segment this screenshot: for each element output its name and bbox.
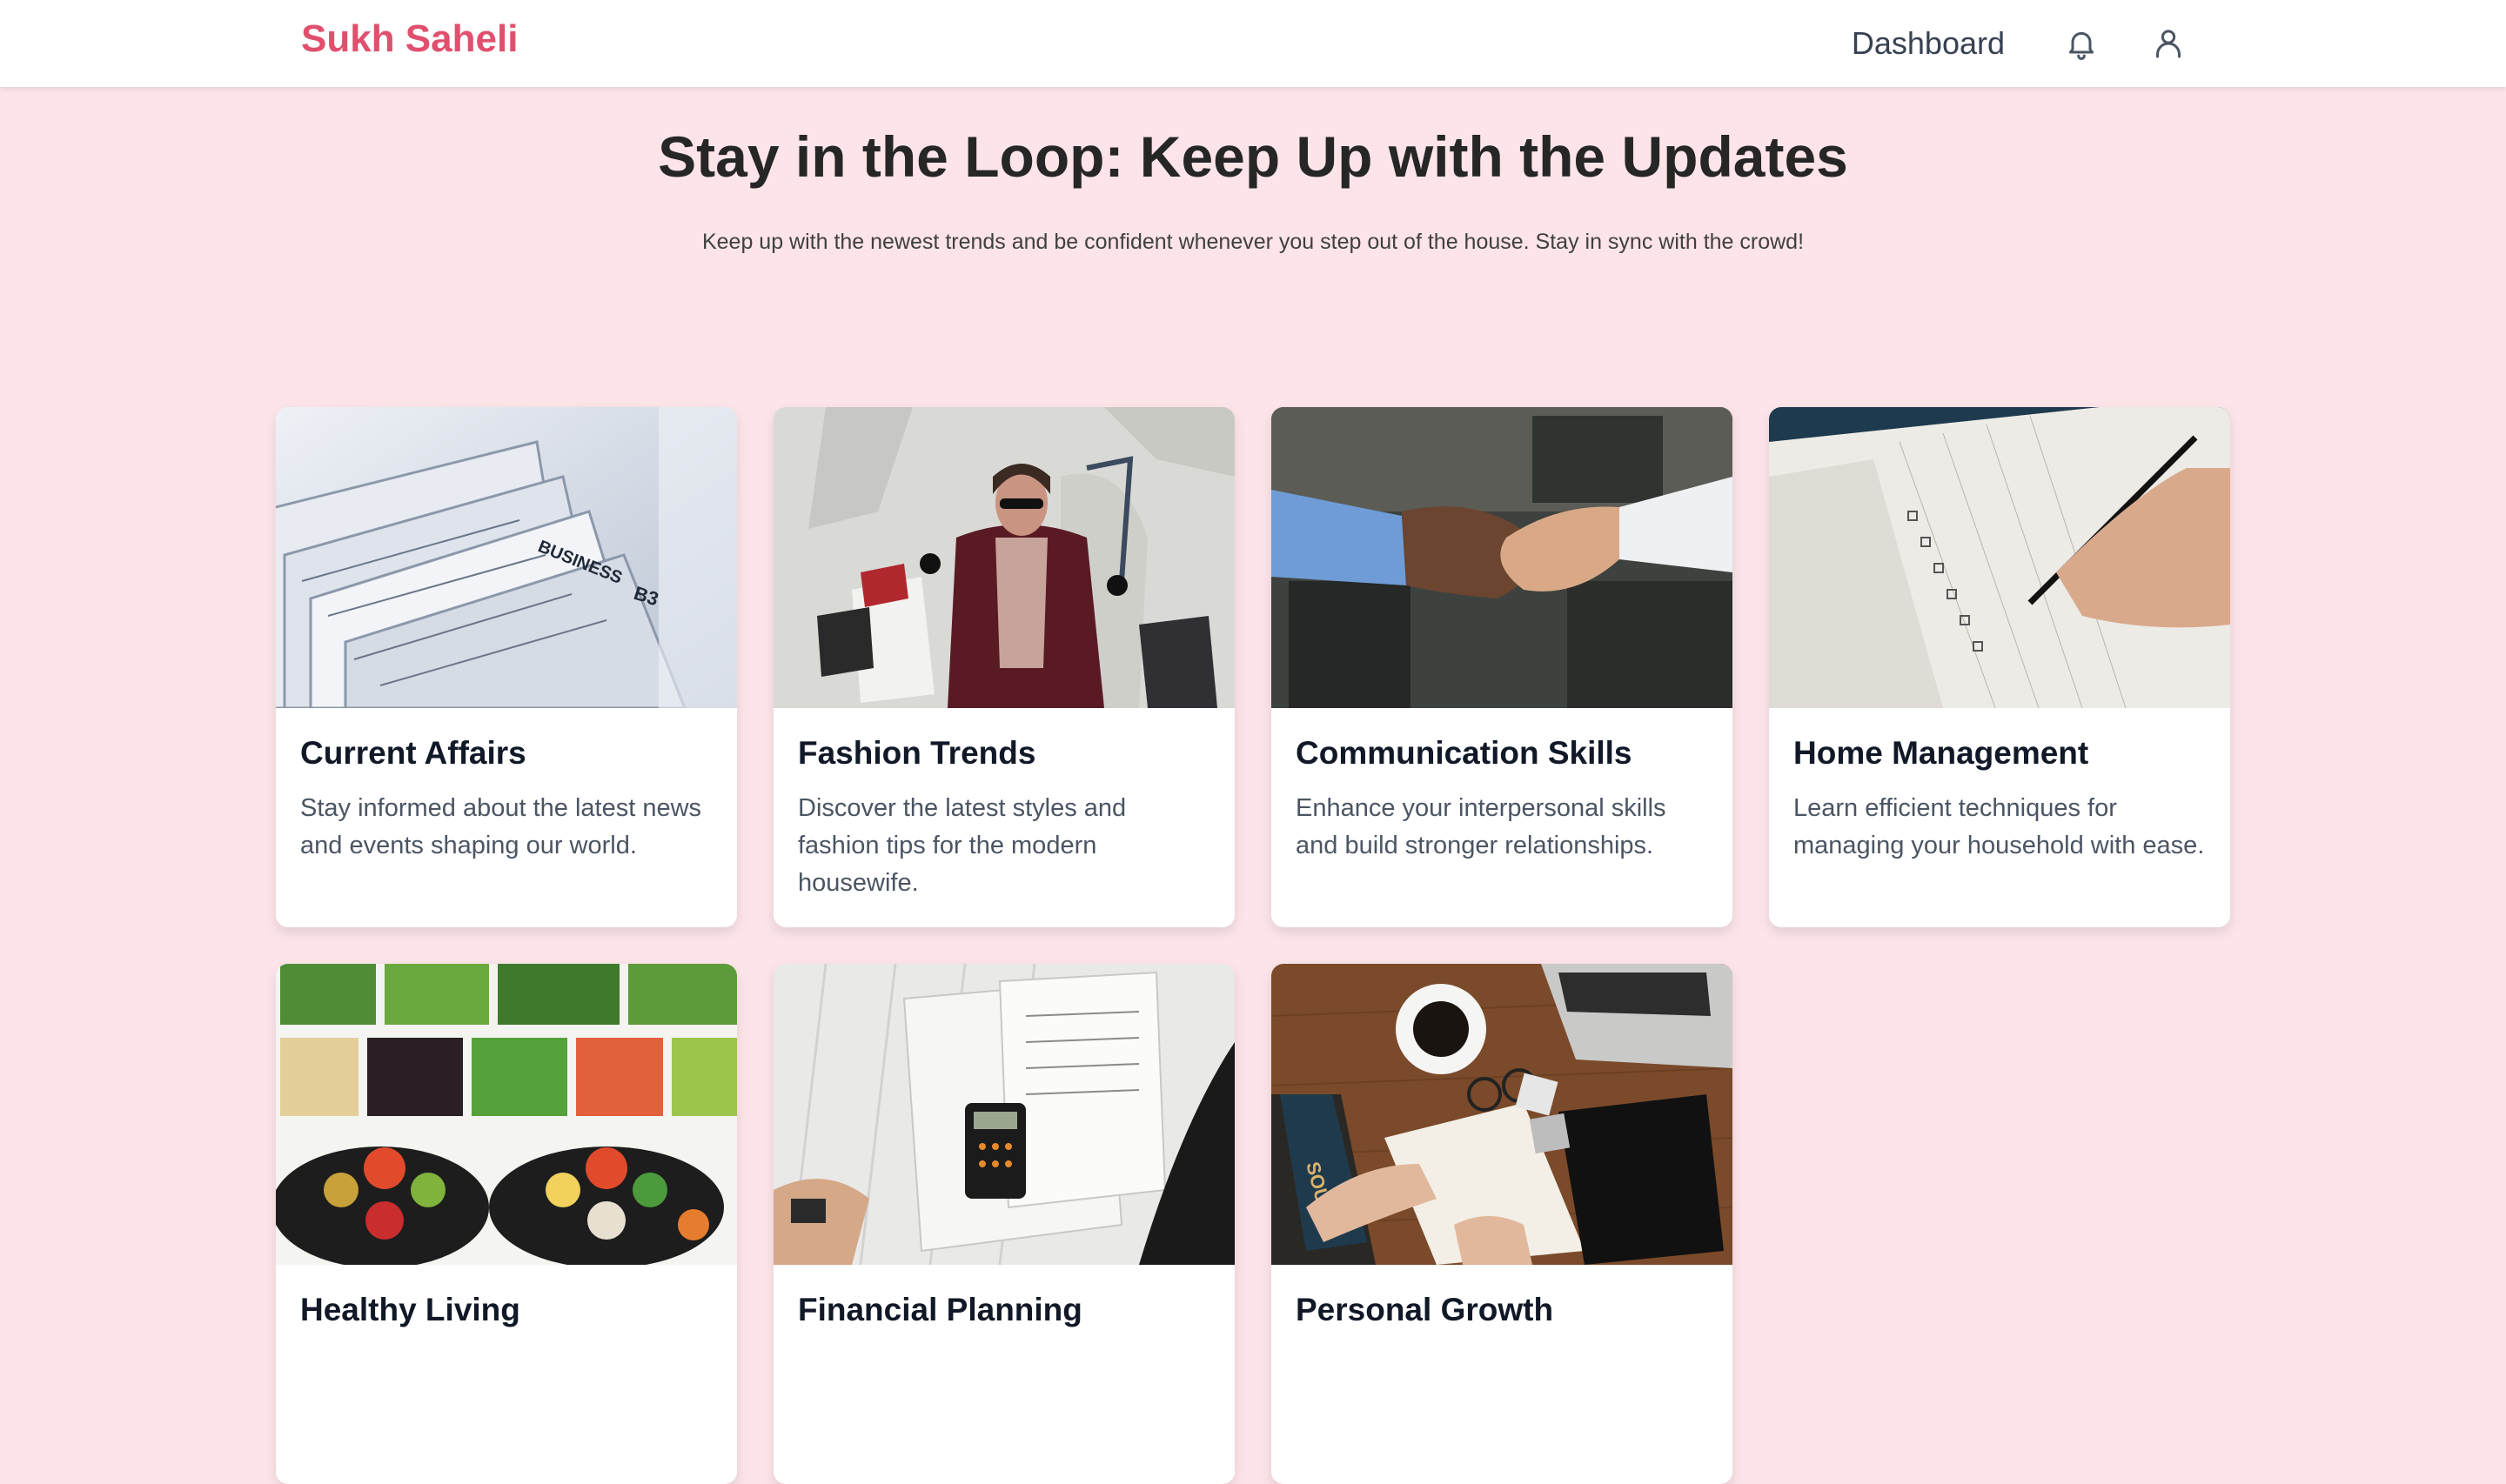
card-title: Healthy Living [300, 1292, 520, 1327]
card-communication-skills[interactable]: Communication Skills Enhance your interp… [1271, 407, 1732, 927]
vegetables-photo [276, 964, 737, 1265]
card-title: Current Affairs [300, 735, 526, 771]
notebook-checklist-photo [1769, 407, 2230, 708]
card-description: Stay informed about the latest news and … [300, 794, 702, 859]
card-financial-planning[interactable]: Financial Planning [774, 964, 1235, 1484]
card-description: Enhance your interpersonal skills and bu… [1296, 794, 1666, 859]
top-navbar: Sukh Saheli Dashboard [0, 0, 2506, 87]
card-description: Learn efficient techniques for managing … [1793, 794, 2205, 859]
dashboard-link[interactable]: Dashboard [1852, 24, 2005, 63]
card-title: Financial Planning [798, 1292, 1082, 1327]
card-current-affairs[interactable]: BUSINESS B3 Current Affairs Stay informe… [276, 407, 737, 927]
card-description: Discover the latest styles and fashion t… [798, 794, 1127, 897]
card-title: Personal Growth [1296, 1292, 1554, 1327]
handshake-photo [1271, 407, 1732, 708]
user-icon[interactable] [2148, 23, 2189, 64]
page-title: Stay in the Loop: Keep Up with the Updat… [658, 124, 1848, 189]
nav-actions: Dashboard [1852, 0, 2189, 87]
card-title: Communication Skills [1296, 735, 1632, 771]
topics-grid: BUSINESS B3 Current Affairs Stay informe… [276, 407, 2230, 1484]
newspapers-photo: BUSINESS B3 [276, 407, 737, 708]
card-healthy-living[interactable]: Healthy Living [276, 964, 737, 1484]
documents-calculator-photo [774, 964, 1235, 1265]
card-home-management[interactable]: Home Management Learn efficient techniqu… [1769, 407, 2230, 927]
card-title: Fashion Trends [798, 735, 1036, 771]
card-personal-growth[interactable]: SOUL Personal Growth [1271, 964, 1732, 1484]
shopping-woman-photo [774, 407, 1235, 708]
desk-journal-photo: SOUL [1271, 964, 1732, 1265]
bell-icon[interactable] [2060, 23, 2102, 64]
card-fashion-trends[interactable]: Fashion Trends Discover the latest style… [774, 407, 1235, 927]
brand-logo[interactable]: Sukh Saheli [301, 17, 518, 61]
page-subtitle: Keep up with the newest trends and be co… [701, 230, 1805, 254]
card-title: Home Management [1793, 735, 2089, 771]
